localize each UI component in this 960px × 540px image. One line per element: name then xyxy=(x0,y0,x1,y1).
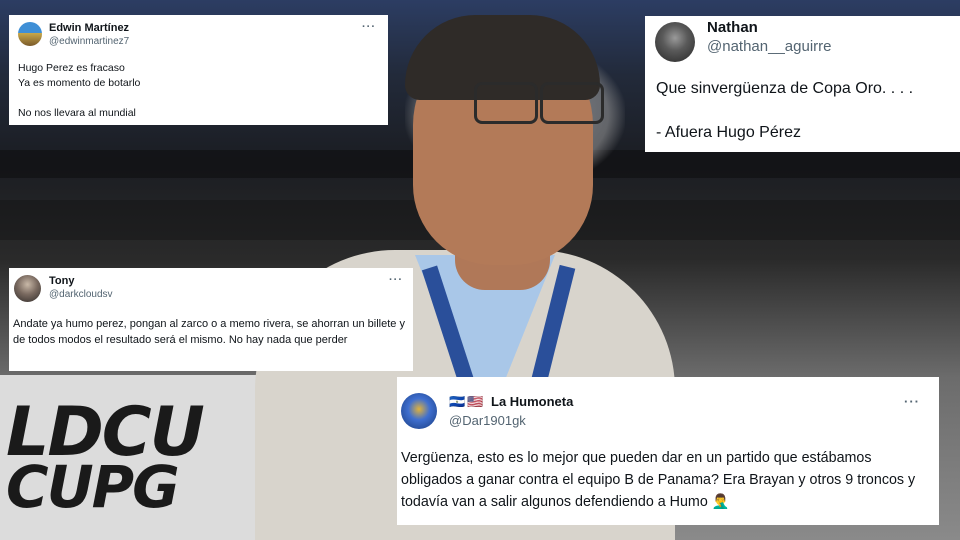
avatar[interactable] xyxy=(14,275,41,302)
author-name[interactable]: Nathan xyxy=(707,19,758,36)
tweet-text: Hugo Perez es fracaso Ya es momento de b… xyxy=(18,62,141,119)
author-name[interactable]: La Humoneta xyxy=(491,394,573,409)
more-options-icon[interactable]: ··· xyxy=(904,394,920,409)
glasses-left-lens xyxy=(474,82,538,124)
tweet-card-edwin[interactable]: Edwin Martínez @edwinmartinez7 ··· Hugo … xyxy=(9,15,388,125)
tweet-body: Vergüenza, esto es lo mejor que pueden d… xyxy=(401,447,931,513)
board-text-2: CUPG xyxy=(6,453,180,521)
author-name-line[interactable]: 🇸🇻 🇺🇸 La Humoneta xyxy=(449,394,573,410)
tweet-text: Andate ya humo perez, pongan al zarco o … xyxy=(13,318,409,346)
flag-el-salvador-icon: 🇸🇻 xyxy=(449,394,466,409)
author-handle[interactable]: @nathan__aguirre xyxy=(707,38,831,55)
flag-usa-icon: 🇺🇸 xyxy=(467,394,484,409)
tweet-text: Que sinvergüenza de Copa Oro. . . . - Af… xyxy=(656,80,914,141)
avatar[interactable] xyxy=(18,22,42,46)
facepalm-emoji-icon: 🤦‍♂️ xyxy=(711,494,730,510)
tweet-text: Vergüenza, esto es lo mejor que pueden d… xyxy=(401,450,916,510)
tweet-card-tony[interactable]: Tony @darkcloudsv ··· Andate ya humo per… xyxy=(9,268,413,371)
glasses-right-lens xyxy=(540,82,604,124)
author-handle[interactable]: @darkcloudsv xyxy=(49,289,113,300)
tweet-card-humoneta[interactable]: 🇸🇻 🇺🇸 La Humoneta @Dar1901gk ··· Vergüenz… xyxy=(397,377,939,525)
more-options-icon[interactable]: ··· xyxy=(362,21,376,33)
avatar[interactable] xyxy=(401,393,437,429)
tweet-card-nathan[interactable]: Nathan @nathan__aguirre Que sinvergüenza… xyxy=(645,16,960,152)
author-handle[interactable]: @Dar1901gk xyxy=(449,413,526,428)
author-name[interactable]: Tony xyxy=(49,275,74,287)
more-options-icon[interactable]: ··· xyxy=(389,274,403,286)
author-name[interactable]: Edwin Martínez xyxy=(49,22,129,34)
author-handle[interactable]: @edwinmartinez7 xyxy=(49,36,129,47)
avatar[interactable] xyxy=(655,22,695,62)
